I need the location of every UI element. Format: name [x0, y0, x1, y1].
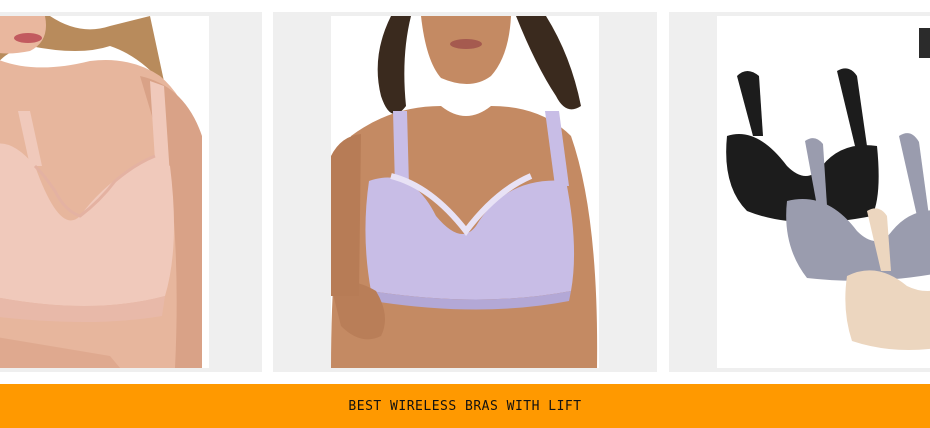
product-image-pink-bra[interactable] — [0, 16, 209, 368]
product-image-bra-pack[interactable] — [717, 16, 930, 368]
best-wireless-bras-banner[interactable]: BEST WIRELESS BRAS WITH LIFT — [0, 384, 930, 428]
product-card-lavender-bra[interactable] — [273, 12, 657, 372]
banner-label: BEST WIRELESS BRAS WITH LIFT — [348, 398, 582, 414]
bra-pack-illustration — [717, 16, 930, 368]
lavender-bra-illustration — [331, 16, 599, 368]
product-card-bra-pack[interactable] — [669, 12, 930, 372]
product-image-lavender-bra[interactable] — [331, 16, 599, 368]
product-carousel — [0, 0, 930, 380]
pink-bra-illustration — [0, 16, 209, 368]
product-card-pink-bra[interactable] — [0, 12, 262, 372]
